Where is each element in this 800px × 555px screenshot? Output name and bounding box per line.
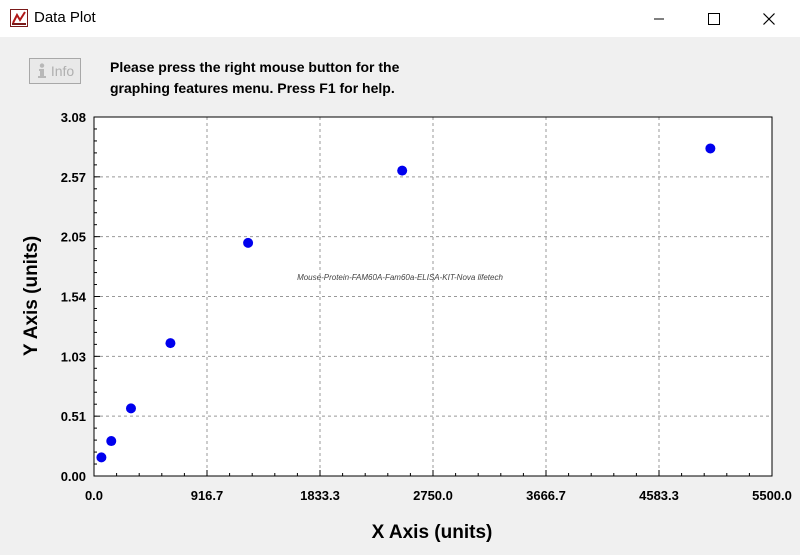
data-point[interactable] [397,165,408,176]
data-point[interactable] [165,338,176,349]
x-axis-title: X Axis (units) [372,522,493,543]
x-tick-label: 3666.7 [526,488,566,503]
data-point[interactable] [705,143,716,154]
y-axis-title: Y Axis (units) [21,236,42,356]
data-point[interactable] [96,452,107,463]
x-tick-label: 5500.0 [752,488,792,503]
y-tick-label: 2.57 [61,170,86,185]
x-tick-label: 4583.3 [639,488,679,503]
scatter-plot[interactable]: 0.0 916.7 1833.3 2750.0 3666.7 4583.3 5500.0 0… [0,0,800,555]
x-tick-label: 0.0 [85,488,103,503]
y-tick-label: 1.54 [61,290,87,305]
y-tick-label: 3.08 [61,110,86,125]
y-tick-label: 1.03 [61,349,86,364]
x-tick-label: 1833.3 [300,488,340,503]
x-tick-label: 916.7 [191,488,224,503]
data-point[interactable] [243,237,254,248]
x-tick-labels: 0.0 916.7 1833.3 2750.0 3666.7 4583.3 5500.0 [85,488,792,503]
y-tick-label: 0.51 [61,409,86,424]
chart-annotation: Mouse-Protein-FAM60A-Fam60a-ELISA-KIT-No… [297,273,503,282]
data-point[interactable] [125,403,136,414]
y-tick-label: 2.05 [61,230,86,245]
y-tick-label: 0.00 [61,469,86,484]
y-tick-labels: 0.00 0.51 1.03 1.54 2.05 2.57 3.08 [61,110,87,484]
x-tick-label: 2750.0 [413,488,453,503]
data-point[interactable] [106,436,117,447]
